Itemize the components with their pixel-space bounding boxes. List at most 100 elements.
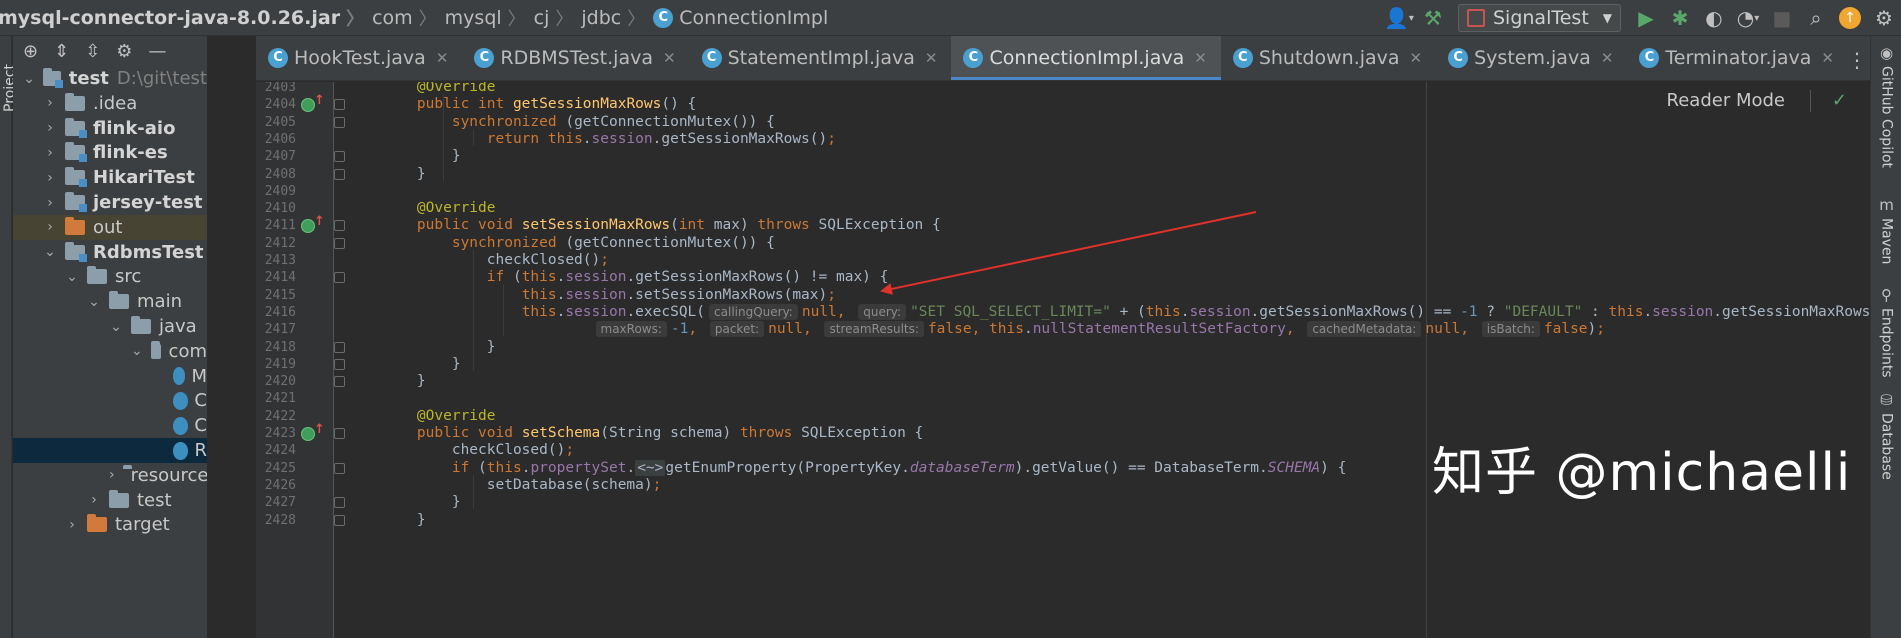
chevron-right-icon[interactable]: ›	[65, 517, 79, 533]
override-marker-icon[interactable]	[301, 93, 325, 113]
reader-mode-toggle[interactable]: Reader Mode	[1667, 90, 1785, 111]
tree-item[interactable]: C	[13, 413, 207, 438]
fold-marker-icon[interactable]	[334, 514, 345, 526]
build-hammer-icon[interactable]: ⚒	[1418, 3, 1448, 33]
fold-marker-icon[interactable]	[334, 462, 345, 474]
tree-item[interactable]: ⌄ RdbmsTest	[13, 240, 207, 265]
chevron-right-icon[interactable]: ›	[43, 219, 57, 235]
editor-tab[interactable]: C RDBMSTest.java ✕	[462, 36, 689, 80]
update-icon[interactable]: ↑	[1835, 3, 1865, 33]
chevron-down-icon[interactable]: ⌄	[131, 343, 143, 359]
fold-marker-icon[interactable]	[334, 428, 345, 439]
chevron-down-icon[interactable]: ⌄	[109, 319, 123, 335]
close-icon[interactable]: ✕	[1821, 49, 1834, 67]
chevron-right-icon[interactable]: ›	[43, 120, 57, 136]
select-opened-file-icon[interactable]: ⊕	[23, 41, 38, 62]
right-tool-database[interactable]: ⛁ Database	[1871, 391, 1901, 480]
chevron-down-icon[interactable]: ⌄	[65, 269, 79, 285]
close-icon[interactable]: ✕	[663, 49, 676, 67]
right-tool-maven[interactable]: m Maven	[1871, 196, 1901, 264]
search-icon[interactable]: ⌕	[1801, 3, 1831, 33]
editor-tab[interactable]: C System.java ✕	[1436, 36, 1627, 80]
editor-tab[interactable]: C HookTest.java ✕	[256, 36, 462, 80]
fold-marker-icon[interactable]	[334, 341, 345, 353]
collapse-all-icon[interactable]: ⇳	[85, 41, 100, 62]
java-class-icon: C	[1232, 48, 1253, 68]
breadcrumb-item[interactable]: jdbc 〉	[581, 5, 653, 31]
hide-icon[interactable]: —	[148, 41, 166, 62]
override-marker-icon[interactable]	[301, 214, 325, 234]
chevron-down-icon[interactable]: ⌄	[23, 71, 35, 87]
tree-item[interactable]: › out	[13, 214, 207, 240]
right-tool-endpoints[interactable]: ⚲ Endpoints	[1871, 286, 1901, 378]
tree-item[interactable]: › target	[13, 512, 207, 537]
tree-item[interactable]: › flink-aio	[13, 116, 207, 141]
tree-item[interactable]: ⌄ com	[13, 339, 207, 364]
tree-item[interactable]: ⌄ main	[13, 289, 207, 314]
more-tabs-icon[interactable]: ⋮	[1847, 48, 1867, 72]
profiler-icon[interactable]: ◔ ▾	[1733, 3, 1763, 33]
debug-icon[interactable]: ✱	[1665, 3, 1695, 33]
run-configuration-select[interactable]: SignalTest ▼	[1457, 4, 1621, 32]
tree-item[interactable]: R	[13, 438, 207, 463]
close-icon[interactable]: ✕	[436, 49, 449, 67]
tree-item[interactable]: › HikariTest	[13, 165, 207, 190]
tree-item[interactable]: › test	[13, 488, 207, 513]
fold-marker-icon[interactable]	[334, 272, 345, 284]
user-icon[interactable]: 👤 ▾	[1384, 3, 1414, 33]
fold-marker-icon[interactable]	[334, 151, 345, 163]
fold-marker-icon[interactable]	[334, 376, 345, 388]
override-marker-icon[interactable]	[301, 422, 325, 441]
chevron-right-icon[interactable]: ›	[43, 170, 57, 186]
close-icon[interactable]: ✕	[925, 49, 938, 67]
chevron-down-icon[interactable]: ⌄	[87, 294, 101, 310]
chevron-right-icon[interactable]: ›	[43, 145, 57, 161]
close-icon[interactable]: ✕	[1601, 49, 1614, 67]
tree-item[interactable]: ⌄ test D:\git\test	[13, 66, 207, 91]
breadcrumb-item[interactable]: C ConnectionImpl	[653, 7, 828, 29]
tab-label: HookTest.java	[294, 47, 426, 69]
inspection-ok-icon[interactable]: ✓	[1832, 90, 1847, 111]
chevron-down-icon[interactable]: ⌄	[43, 244, 57, 260]
close-icon[interactable]: ✕	[1410, 49, 1423, 67]
chevron-right-icon[interactable]: ›	[109, 467, 115, 483]
right-tool-github-copilot[interactable]: ◉ GitHub Copilot	[1871, 44, 1901, 168]
run-icon[interactable]: ▶	[1631, 3, 1661, 33]
breadcrumb-item[interactable]: mysql-connector-java-8.0.26.jar 〉	[0, 5, 372, 31]
ide-settings-icon[interactable]: ⚙	[1869, 3, 1899, 33]
stop-icon[interactable]: ■	[1767, 3, 1797, 33]
breadcrumb-item[interactable]: mysql 〉	[445, 5, 534, 31]
chevron-right-icon[interactable]: ›	[43, 195, 57, 211]
fold-marker-icon[interactable]	[334, 116, 345, 128]
fold-marker-icon[interactable]	[334, 497, 345, 509]
editor-tab[interactable]: C Terminator.java ✕	[1627, 36, 1848, 80]
tree-item[interactable]: ⌄ src	[13, 264, 207, 289]
code-editor[interactable]: 2403240424052406240724082409241024112412…	[256, 82, 1869, 638]
tree-item[interactable]: › jersey-test	[13, 190, 207, 215]
tree-item[interactable]: M	[13, 364, 207, 389]
tree-item[interactable]: › flink-es	[13, 140, 207, 165]
fold-marker-icon[interactable]	[334, 220, 345, 232]
maven-icon: m	[1879, 196, 1894, 214]
fold-marker-icon[interactable]	[334, 99, 345, 111]
tree-item[interactable]: C	[13, 388, 207, 413]
editor-tab[interactable]: C StatementImpl.java ✕	[690, 36, 952, 80]
chevron-right-icon[interactable]: ›	[43, 95, 57, 111]
fold-marker-icon[interactable]	[334, 358, 345, 370]
tree-item[interactable]: › resources	[13, 463, 207, 488]
folder-icon	[65, 216, 85, 235]
settings-icon[interactable]: ⚙	[116, 41, 132, 62]
close-icon[interactable]: ✕	[1194, 49, 1207, 67]
expand-all-icon[interactable]: ⇕	[54, 41, 69, 62]
fold-marker-icon[interactable]	[334, 237, 345, 249]
editor-tab[interactable]: C Shutdown.java ✕	[1221, 36, 1436, 80]
chevron-right-icon[interactable]: ›	[87, 492, 101, 508]
folded-code-placeholder[interactable]: <~>	[635, 459, 666, 476]
breadcrumb-item[interactable]: cj 〉	[534, 5, 582, 31]
coverage-icon[interactable]: ◐	[1699, 3, 1729, 33]
tree-item[interactable]: › .idea	[13, 91, 207, 116]
breadcrumb-item[interactable]: com 〉	[372, 5, 445, 31]
tree-item[interactable]: ⌄ java	[13, 314, 207, 339]
editor-tab[interactable]: C ConnectionImpl.java ✕	[951, 36, 1222, 80]
fold-marker-icon[interactable]	[334, 168, 345, 180]
